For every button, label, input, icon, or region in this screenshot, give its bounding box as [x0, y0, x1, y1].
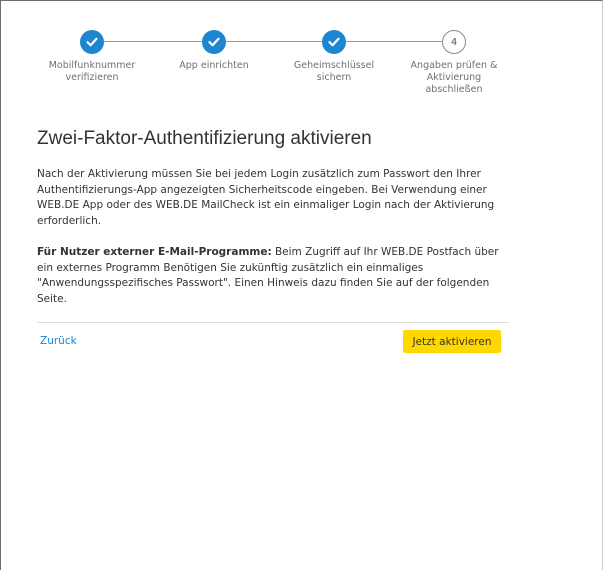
divider	[37, 322, 509, 323]
intro-text: Nach der Aktivierung müssen Sie bei jede…	[37, 168, 495, 227]
step-4-number: 4	[442, 30, 466, 54]
stepper-connector	[226, 41, 322, 42]
step-2-label: App einrichten	[179, 60, 249, 71]
stepper-connector	[104, 41, 202, 42]
step-2-check-icon	[202, 30, 226, 54]
external-clients-notice: Für Nutzer externer E-Mail-Programme: Be…	[37, 245, 509, 307]
progress-stepper: 4 Mobilfunknummer verifizieren App einri…	[0, 0, 603, 130]
step-1-label: Mobilfunknummer verifizieren	[48, 60, 136, 83]
notice-heading: Für Nutzer externer E-Mail-Programme:	[37, 246, 272, 258]
page-title: Zwei-Faktor-Authentifizierung aktivieren	[37, 128, 372, 149]
step-3-check-icon	[322, 30, 346, 54]
step-3-label: Geheimschlüssel sichern	[293, 60, 375, 83]
activate-button[interactable]: Jetzt aktivieren	[403, 330, 501, 353]
step-4-label: Angaben prüfen & Aktivierung abschließen	[410, 60, 498, 95]
back-link[interactable]: Zurück	[40, 335, 77, 347]
stepper-connector	[346, 41, 442, 42]
step-1-check-icon	[80, 30, 104, 54]
